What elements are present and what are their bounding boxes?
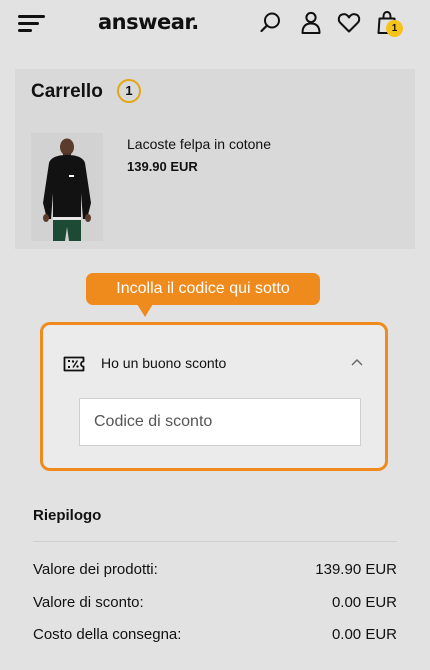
product-price: 139.90 EUR	[127, 159, 198, 174]
discount-value: 0.00 EUR	[331, 594, 397, 611]
products-value-label: Valore dei prodotti:	[33, 561, 158, 578]
discount-value-label: Valore di sconto:	[33, 594, 144, 611]
cart-panel: Carrello 1 Lacoste felpa in cotone 139.9…	[15, 69, 415, 249]
voucher-toggle-label[interactable]: Ho un buono sconto	[101, 355, 226, 371]
voucher-ticket-icon	[63, 356, 85, 372]
search-icon[interactable]	[258, 10, 284, 36]
chevron-up-icon[interactable]	[351, 358, 363, 366]
delivery-cost-label: Costo della consegna:	[33, 626, 182, 643]
tooltip-arrow	[137, 304, 153, 317]
product-image[interactable]	[31, 133, 103, 241]
top-header: answear. 1	[0, 0, 430, 52]
products-value: 139.90 EUR	[315, 561, 397, 578]
summary-title: Riepilogo	[33, 507, 102, 524]
brand-logo[interactable]: answear.	[98, 10, 199, 34]
user-account-icon[interactable]	[298, 10, 324, 36]
product-name[interactable]: Lacoste felpa in cotone	[127, 136, 271, 152]
cart-item-count-badge: 1	[117, 79, 141, 103]
cart-count-badge: 1	[386, 20, 403, 37]
paste-code-tooltip: Incolla il codice qui sotto	[86, 273, 320, 305]
discount-code-input[interactable]	[79, 398, 361, 446]
cart-title: Carrello	[31, 81, 103, 102]
heart-wishlist-icon[interactable]	[336, 10, 362, 36]
hamburger-menu-icon[interactable]	[18, 13, 46, 33]
summary-divider	[33, 541, 397, 542]
delivery-cost-value: 0.00 EUR	[331, 626, 397, 643]
discount-voucher-section: Ho un buono sconto	[40, 322, 388, 471]
